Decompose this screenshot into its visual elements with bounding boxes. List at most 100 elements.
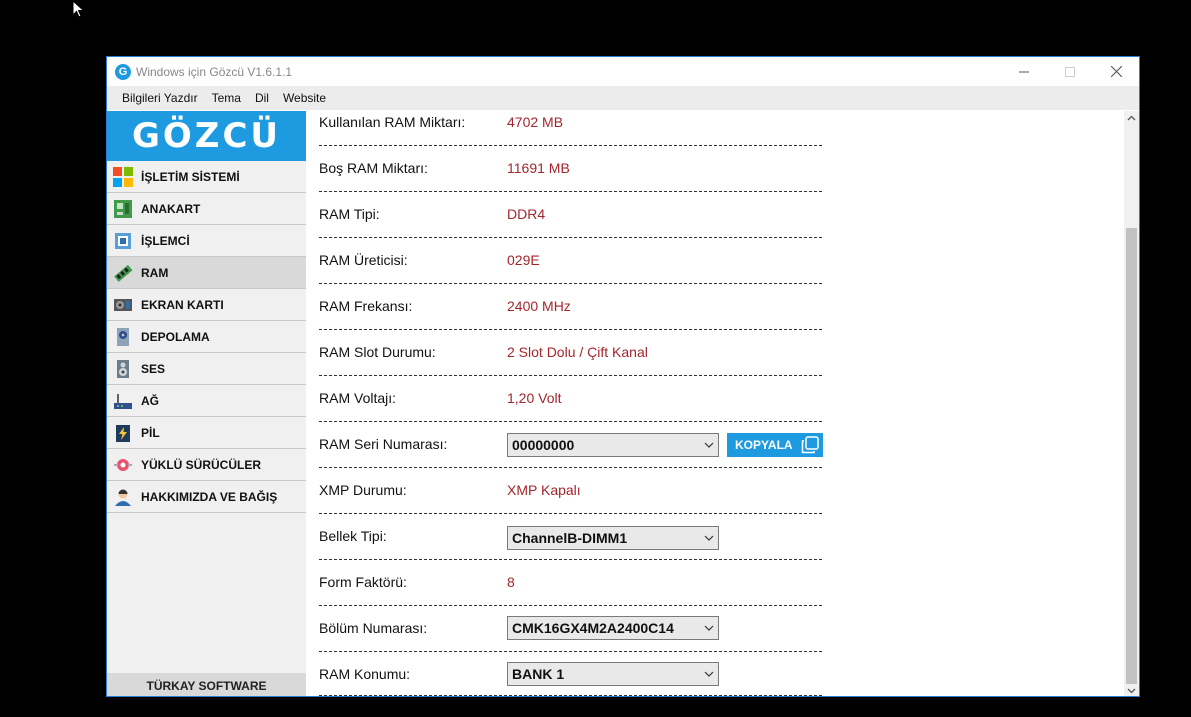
app-logo-letter: G [118,65,128,78]
row-separator [319,145,822,146]
sidebar-item-battery[interactable]: PİL [107,417,306,449]
sidebar-item-label: SES [141,361,166,376]
row-separator [319,559,822,560]
row-separator [319,375,822,376]
motherboard-icon [112,198,134,220]
row-label: Boş RAM Miktarı: [319,160,428,176]
menu-print-info[interactable]: Bilgileri Yazdır [115,91,205,105]
row-separator [319,329,822,330]
row-separator [319,283,822,284]
row-separator [319,651,822,652]
select-value: BANK 1 [512,666,565,682]
row-value: 4702 MB [507,114,564,130]
row-separator [319,421,822,422]
close-icon [1110,66,1122,77]
sidebar-item-cpu[interactable]: İŞLEMCİ [107,225,306,257]
chevron-down-icon [704,625,714,631]
sidebar-item-label: DEPOLAMA [141,329,210,344]
select-value: 00000000 [512,437,575,453]
row-label: RAM Seri Numarası: [319,436,448,452]
user-icon [112,486,134,508]
row-label: RAM Frekansı: [319,298,413,314]
sidebar-item-sound[interactable]: SES [107,353,306,385]
cpu-icon [112,230,134,252]
copy-button-label: KOPYALA [735,438,793,452]
menu-theme[interactable]: Tema [205,91,248,105]
row-label: RAM Voltajı: [319,390,397,406]
app-window: G Windows için Gözcü V1.6.1.1 Bilgileri … [106,56,1140,697]
row-label: Bölüm Numarası: [319,620,428,636]
row-value: 11691 MB [507,160,570,176]
row-label: Kullanılan RAM Miktarı: [319,114,466,130]
minimize-icon [1019,71,1029,72]
row-separator [319,695,822,696]
row-value: 8 [507,574,515,590]
sidebar-item-os[interactable]: İŞLETİM SİSTEMİ [107,161,306,193]
sidebar-item-gpu[interactable]: EKRAN KARTI [107,289,306,321]
sidebar-item-label: HAKKIMIZDA VE BAĞIŞ [141,489,278,504]
sidebar-item-label: İŞLETİM SİSTEMİ [141,169,240,184]
menu-website[interactable]: Website [276,91,333,105]
row-value: 1,20 Volt [507,390,562,406]
menu-bar: Bilgileri Yazdır Tema Dil Website [107,86,1139,110]
battery-icon [112,422,134,444]
minimize-button[interactable] [1001,57,1047,86]
storage-drive-icon [112,326,134,348]
sidebar-item-drivers[interactable]: YÜKLÜ SÜRÜCÜLER [107,449,306,481]
row-separator [319,237,822,238]
app-logo-icon: G [115,63,131,80]
row-separator [319,467,822,468]
sidebar-item-network[interactable]: AĞ [107,385,306,417]
serial-number-select[interactable]: 00000000 [507,433,719,457]
part-number-select[interactable]: CMK16GX4M2A2400C14 [507,616,719,640]
drivers-icon [112,454,134,476]
chevron-down-icon [704,671,714,677]
copy-icon [801,436,819,454]
ram-location-select[interactable]: BANK 1 [507,662,719,686]
row-label: Bellek Tipi: [319,528,387,544]
row-label: RAM Üreticisi: [319,252,408,268]
sidebar-item-label: EKRAN KARTI [141,297,224,312]
row-value: 029E [507,252,540,268]
row-separator [319,191,822,192]
chevron-down-icon [704,442,714,448]
scroll-down-icon[interactable] [1126,685,1137,696]
memory-type-select[interactable]: ChannelB-DIMM1 [507,526,719,550]
sidebar-item-label: YÜKLÜ SÜRÜCÜLER [141,457,261,472]
maximize-button[interactable] [1047,57,1093,86]
copy-button[interactable]: KOPYALA [727,433,823,457]
select-value: ChannelB-DIMM1 [512,530,628,546]
scroll-up-icon[interactable] [1126,113,1137,124]
window-controls [1001,57,1139,86]
row-separator [319,605,822,606]
select-value: CMK16GX4M2A2400C14 [512,620,674,636]
row-value: 2 Slot Dolu / Çift Kanal [507,344,648,360]
sidebar-item-label: RAM [141,265,169,280]
sidebar-item-label: İŞLEMCİ [141,233,190,248]
row-label: RAM Slot Durumu: [319,344,436,360]
sidebar-item-motherboard[interactable]: ANAKART [107,193,306,225]
app-logo: GÖZCÜ [107,111,306,161]
chevron-down-icon [704,535,714,541]
speaker-icon [112,358,134,380]
scrollbar-thumb[interactable] [1126,228,1137,684]
row-label: RAM Konumu: [319,666,411,682]
windows-logo-icon [112,166,134,188]
sidebar-item-label: ANAKART [141,201,201,216]
menu-language[interactable]: Dil [248,91,276,105]
graphics-card-icon [112,294,134,316]
mouse-cursor-icon [72,0,85,18]
sidebar-item-ram[interactable]: RAM [107,257,306,289]
sidebar-footer: TÜRKAY SOFTWARE [107,673,306,696]
row-label: RAM Tipi: [319,206,380,222]
vertical-scrollbar[interactable] [1124,111,1139,696]
ram-details-panel: Kullanılan RAM Miktarı: 4702 MB Boş RAM … [306,111,1126,696]
router-icon [112,390,134,412]
title-bar[interactable]: G Windows için Gözcü V1.6.1.1 [107,57,1139,86]
sidebar-item-about[interactable]: HAKKIMIZDA VE BAĞIŞ [107,481,306,513]
sidebar-item-storage[interactable]: DEPOLAMA [107,321,306,353]
row-value: DDR4 [507,206,546,222]
close-button[interactable] [1093,57,1139,86]
sidebar-item-label: AĞ [141,393,159,408]
row-value: XMP Kapalı [507,482,581,498]
